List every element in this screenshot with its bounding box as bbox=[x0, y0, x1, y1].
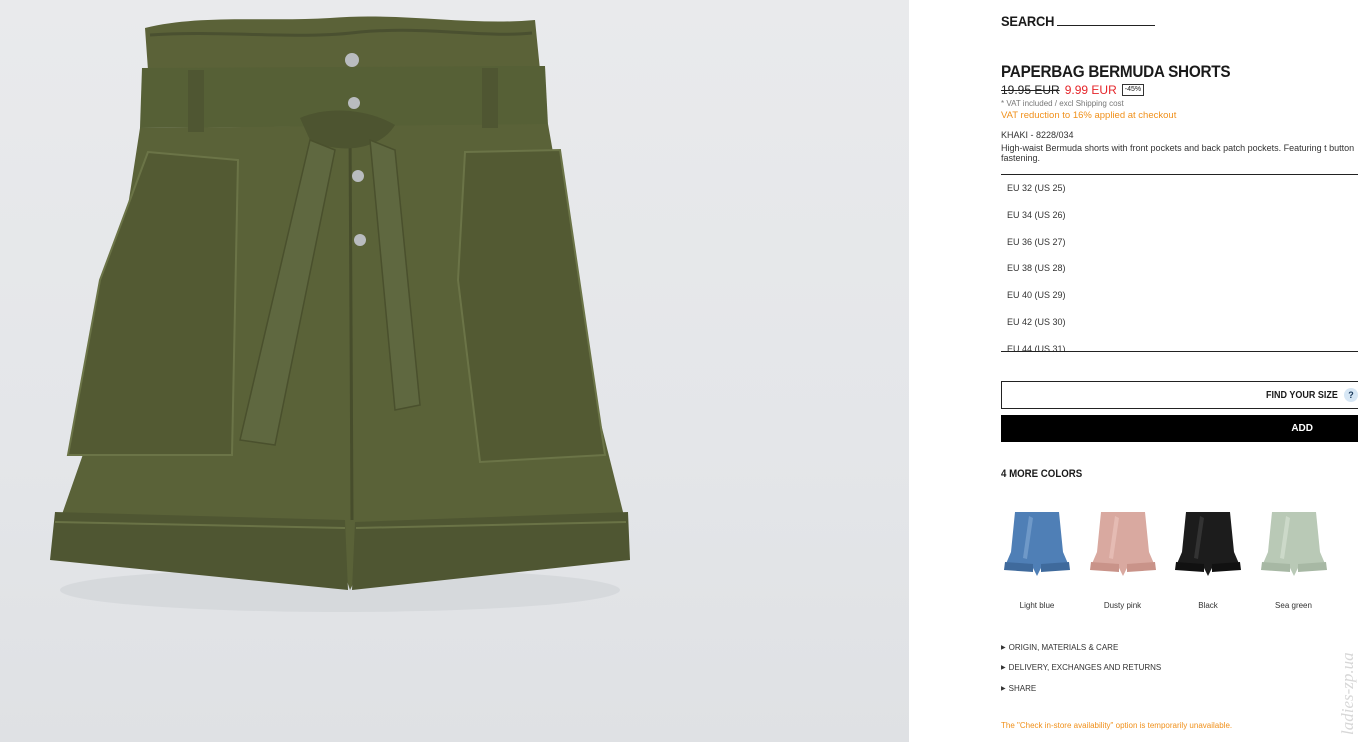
color-reference: KHAKI - 8228/034 bbox=[1001, 130, 1074, 140]
add-button-label: ADD bbox=[1291, 423, 1313, 434]
vat-reduction-note: VAT reduction to 16% applied at checkout bbox=[1001, 110, 1177, 121]
size-option[interactable]: EU 34 (US 26) bbox=[1001, 202, 1358, 229]
size-option[interactable]: EU 32 (US 25) bbox=[1001, 175, 1358, 202]
swatch-label: Dusty pink bbox=[1103, 601, 1142, 610]
accordion-label: ORIGIN, MATERIALS & CARE bbox=[1008, 643, 1119, 652]
swatch-label: Light blue bbox=[1019, 601, 1055, 610]
sale-price: 9.99 EUR bbox=[1064, 83, 1117, 97]
swatch-label: Sea green bbox=[1275, 601, 1312, 610]
accordion-delivery-exchanges-returns[interactable]: ▶ DELIVERY, EXCHANGES AND RETURNS bbox=[1001, 663, 1161, 672]
accordion-share[interactable]: ▶ SHARE bbox=[1001, 684, 1036, 693]
find-your-size-button[interactable]: FIND YOUR SIZE ? bbox=[1001, 381, 1358, 409]
vat-note[interactable]: * VAT included / excl Shipping cost bbox=[1001, 99, 1124, 108]
product-image bbox=[0, 0, 909, 742]
size-selector-list[interactable]: EU 32 (US 25) EU 34 (US 26) EU 36 (US 27… bbox=[1001, 174, 1358, 352]
store-availability-note: The "Check in-store availability" option… bbox=[1001, 721, 1233, 730]
color-swatch-light-blue[interactable]: Light blue bbox=[1001, 506, 1073, 610]
find-your-size-label: FIND YOUR SIZE bbox=[1266, 390, 1338, 401]
size-option[interactable]: EU 42 (US 30) bbox=[1001, 309, 1358, 336]
product-description: High-waist Bermuda shorts with front poc… bbox=[1001, 143, 1355, 163]
discount-badge: -45% bbox=[1121, 84, 1145, 96]
old-price: 19.95 EUR bbox=[1001, 83, 1060, 97]
size-option[interactable]: EU 40 (US 29) bbox=[1001, 282, 1358, 309]
color-swatch-sea-green[interactable]: Sea green bbox=[1258, 506, 1330, 610]
price-row: 19.95 EUR 9.99 EUR -45% bbox=[1001, 83, 1145, 97]
light-blue-shorts-thumbnail bbox=[1004, 512, 1070, 576]
swatch-label: Black bbox=[1198, 601, 1218, 610]
caret-right-icon: ▶ bbox=[1001, 686, 1006, 692]
add-to-cart-button[interactable]: ADD bbox=[1001, 415, 1358, 442]
khaki-shorts-illustration bbox=[50, 16, 630, 612]
more-colors-heading: 4 MORE COLORS bbox=[1001, 468, 1083, 480]
color-swatch-dusty-pink[interactable]: Dusty pink bbox=[1087, 506, 1159, 610]
product-info-panel: SEARCH PAPERBAG BERMUDA SHORTS 19.95 EUR… bbox=[1001, 0, 1358, 742]
size-option[interactable]: EU 38 (US 28) bbox=[1001, 255, 1358, 282]
search-bar[interactable]: SEARCH bbox=[1001, 13, 1155, 29]
color-swatches: Light blue Dusty pink Black Sea green bbox=[1001, 506, 1343, 610]
help-icon[interactable]: ? bbox=[1344, 388, 1358, 402]
black-shorts-thumbnail bbox=[1175, 512, 1241, 576]
caret-right-icon: ▶ bbox=[1001, 665, 1006, 671]
sea-green-shorts-thumbnail bbox=[1260, 512, 1327, 576]
accordion-origin-materials-care[interactable]: ▶ ORIGIN, MATERIALS & CARE bbox=[1001, 643, 1118, 652]
search-input-underline[interactable] bbox=[1056, 25, 1155, 26]
accordion-label: DELIVERY, EXCHANGES AND RETURNS bbox=[1008, 663, 1162, 672]
product-title: PAPERBAG BERMUDA SHORTS bbox=[1001, 62, 1231, 81]
size-option[interactable]: EU 44 (US 31) bbox=[1001, 336, 1358, 351]
color-swatch-black[interactable]: Black bbox=[1172, 506, 1244, 610]
search-label[interactable]: SEARCH bbox=[1001, 13, 1054, 29]
dusty-pink-shorts-thumbnail bbox=[1089, 512, 1156, 576]
watermark-text: ladies-zp.ua bbox=[1338, 652, 1357, 735]
accordion-label: SHARE bbox=[1008, 684, 1037, 693]
caret-right-icon: ▶ bbox=[1001, 645, 1006, 651]
size-option[interactable]: EU 36 (US 27) bbox=[1001, 229, 1358, 256]
watermark: ladies-zp.ua bbox=[1332, 610, 1357, 735]
